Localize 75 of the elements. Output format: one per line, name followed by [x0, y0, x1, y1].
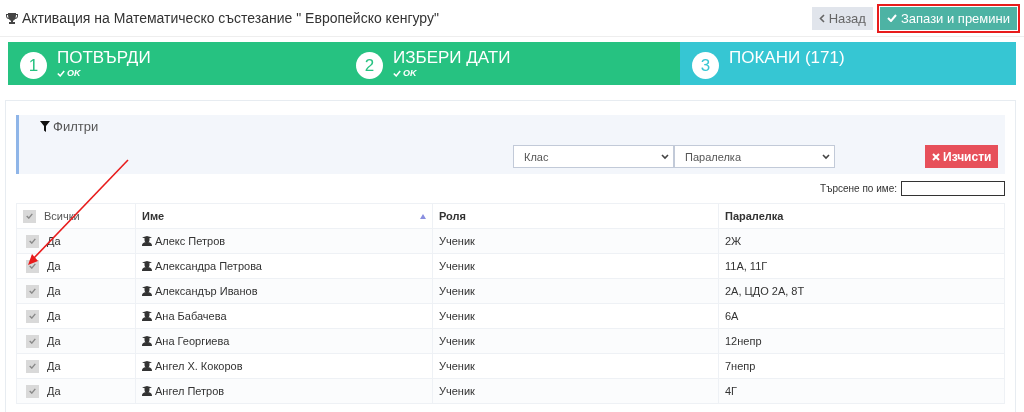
trophy-icon	[6, 12, 18, 24]
check-icon	[29, 313, 36, 319]
step-number: 1	[20, 52, 47, 79]
column-header[interactable]: Име	[142, 210, 165, 222]
filters-title: Филтри	[53, 119, 99, 134]
chevron-down-icon	[661, 153, 669, 160]
table-cell: 2А, ЦДО 2А, 8Т	[725, 285, 805, 297]
table-cell: Да	[47, 285, 61, 297]
select-field[interactable]: Клас	[513, 145, 674, 168]
table-cell: Ана Бабачева	[155, 310, 227, 322]
chevron-left-icon	[818, 13, 825, 23]
table-cell: Ученик	[439, 285, 475, 297]
checkbox[interactable]	[26, 284, 39, 298]
back-button[interactable]: Назад	[811, 6, 873, 30]
select-field[interactable]: Паралелка	[674, 145, 835, 168]
column-header[interactable]: Паралелка	[725, 210, 784, 222]
table-cell: Да	[47, 335, 61, 347]
student-icon	[142, 261, 152, 271]
table-cell: 12непр	[725, 335, 762, 347]
check-icon	[886, 14, 897, 22]
table-cell: 6А	[725, 310, 739, 322]
table-cell: Ученик	[439, 310, 475, 322]
student-icon	[142, 311, 152, 321]
clear-button[interactable]: Изчисти	[925, 145, 999, 168]
page-title: Активация на Математическо състезание " Европейско кенгуру"	[22, 10, 439, 26]
table-cell: Да	[47, 310, 61, 322]
check-icon	[29, 263, 36, 269]
table-cell: 11А, 11Г	[725, 260, 768, 272]
table-cell: 4Г	[725, 385, 738, 397]
checkbox[interactable]	[26, 359, 39, 373]
table-cell: Александра Петрова	[155, 260, 262, 272]
step-status: OK	[57, 68, 151, 78]
student-icon	[142, 286, 152, 296]
student-icon	[142, 236, 152, 246]
table-cell: Ученик	[439, 335, 475, 347]
check-icon	[29, 288, 36, 294]
chevron-down-icon	[822, 153, 830, 160]
table-cell: Ангел Петров	[155, 385, 225, 397]
table-cell: Ана Георгиева	[155, 335, 230, 347]
close-icon	[932, 152, 940, 161]
check-icon	[29, 338, 36, 344]
step-title: ПОКАНИ (171)	[729, 48, 845, 68]
search-label: Търсене по име:	[820, 183, 897, 194]
checkbox[interactable]	[26, 334, 39, 348]
student-icon	[142, 361, 152, 371]
table-cell: Да	[47, 385, 61, 397]
table-cell: Ангел Х. Кокоров	[155, 360, 243, 372]
step-title: ИЗБЕРИ ДАТИ	[393, 48, 511, 68]
search-field[interactable]	[901, 181, 1005, 196]
table-cell: 7непр	[725, 360, 756, 372]
checkbox[interactable]	[26, 234, 39, 248]
table-cell: Ученик	[439, 385, 475, 397]
check-icon	[29, 238, 36, 244]
table-cell: Ученик	[439, 260, 475, 272]
step-status: OK	[393, 68, 511, 78]
check-icon	[26, 213, 33, 219]
check-icon	[29, 388, 36, 394]
column-header[interactable]: Роля	[439, 210, 466, 222]
table-cell: Алекс Петров	[155, 235, 226, 247]
table-cell: Да	[47, 260, 61, 272]
table-cell: Ученик	[439, 360, 475, 372]
check-icon	[29, 363, 36, 369]
checkbox[interactable]	[26, 309, 39, 323]
step-number: 2	[356, 52, 383, 79]
checkbox[interactable]	[23, 209, 36, 223]
filter-icon	[40, 121, 50, 132]
table-cell: Да	[47, 360, 61, 372]
table-cell: Александър Иванов	[155, 285, 258, 297]
step-title: ПОТВЪРДИ	[57, 48, 151, 68]
step-number: 3	[692, 52, 719, 79]
checkbox[interactable]	[26, 384, 39, 398]
table-cell: Ученик	[439, 235, 475, 247]
student-icon	[142, 336, 152, 346]
table-cell: 2Ж	[725, 235, 742, 247]
student-icon	[142, 386, 152, 396]
